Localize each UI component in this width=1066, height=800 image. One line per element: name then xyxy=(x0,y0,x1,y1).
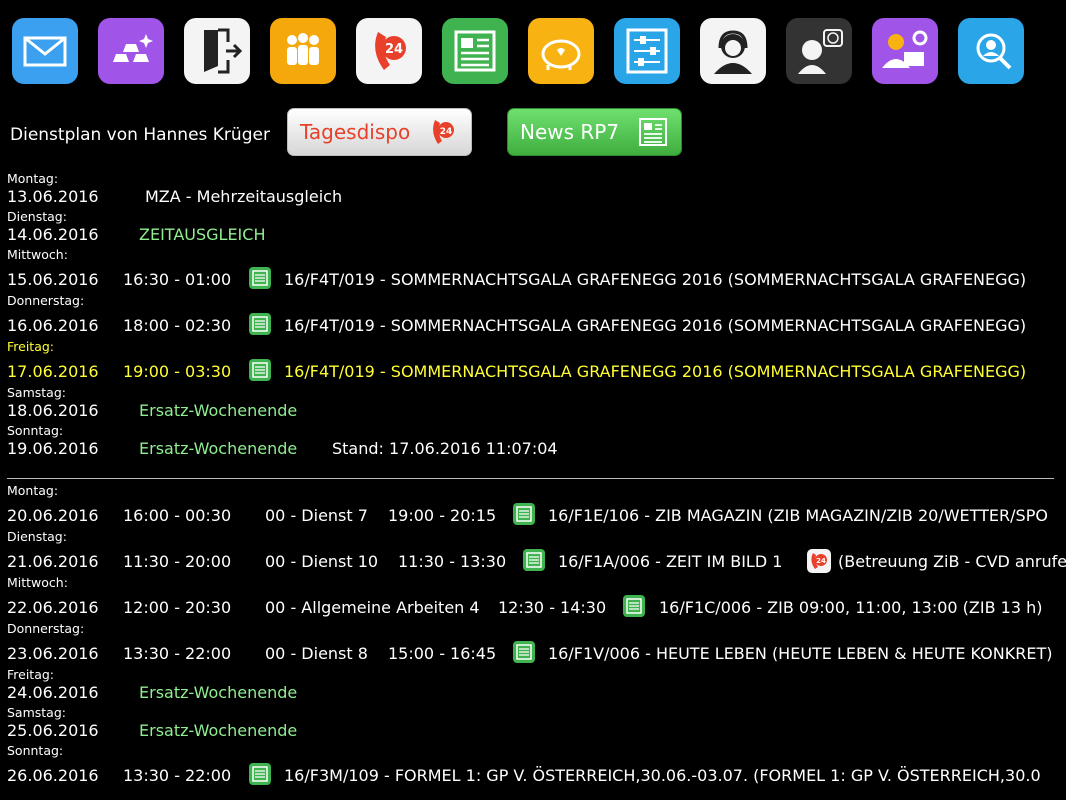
date: 24.06.2016 xyxy=(7,683,99,702)
weekday-label: Dienstag: xyxy=(7,209,67,224)
weekday-label: Donnerstag: xyxy=(7,621,85,636)
entry-text: 16/F1E/106 - ZIB MAGAZIN (ZIB MAGAZIN/ZI… xyxy=(548,506,1048,525)
date: 14.06.2016 xyxy=(7,225,99,244)
date: 13.06.2016 xyxy=(7,187,99,206)
date: 17.06.2016 xyxy=(7,362,99,381)
time: 13:30 - 22:00 xyxy=(123,766,232,785)
people-group-icon[interactable] xyxy=(270,18,336,84)
duty: 00 - Allgemeine Arbeiten 4 xyxy=(265,598,480,617)
news-rp7-label: News RP7 xyxy=(520,120,620,144)
newspaper-icon[interactable] xyxy=(248,266,272,290)
tagesdispo-label: Tagesdispo xyxy=(300,120,411,144)
piggy-bank-icon[interactable] xyxy=(528,18,594,84)
time: 19:00 - 03:30 xyxy=(123,362,232,381)
duty: 00 - Dienst 10 xyxy=(265,552,379,571)
weekday-label: Sonntag: xyxy=(7,423,64,438)
weekday-label: Mittwoch: xyxy=(7,247,68,262)
time: 13:30 - 22:00 xyxy=(123,644,232,663)
entry-text: 16/F4T/019 - SOMMERNACHTSGALA GRAFENEGG … xyxy=(284,270,1027,289)
news-rp7-button[interactable]: News RP7 xyxy=(507,108,682,156)
entry-text: 16/F1V/006 - HEUTE LEBEN (HEUTE LEBEN & … xyxy=(548,644,1053,663)
entry-text: 16/F3M/109 - FORMEL 1: GP V. ÖSTERREICH,… xyxy=(284,766,1041,785)
newspaper-icon[interactable] xyxy=(622,594,646,618)
slot: 15:00 - 16:45 xyxy=(388,644,497,663)
date: 22.06.2016 xyxy=(7,598,99,617)
weekday-label: Mittwoch: xyxy=(7,575,68,590)
entry-text: 16/F4T/019 - SOMMERNACHTSGALA GRAFENEGG … xyxy=(284,316,1027,335)
weekday-label: Dienstag: xyxy=(7,529,67,544)
weekday-label: Montag: xyxy=(7,483,59,498)
date: 23.06.2016 xyxy=(7,644,99,663)
page-title: Dienstplan von Hannes Krüger xyxy=(10,125,270,145)
weekday-label: Donnerstag: xyxy=(7,293,85,308)
date: 15.06.2016 xyxy=(7,270,99,289)
date: 18.06.2016 xyxy=(7,401,99,420)
gold-bars-icon[interactable] xyxy=(98,18,164,84)
slot: 12:30 - 14:30 xyxy=(498,598,607,617)
entry-text: Ersatz-Wochenende xyxy=(139,721,298,740)
worker-laptop-icon[interactable] xyxy=(872,18,938,84)
entry-text: 16/F1A/006 - ZEIT IM BILD 1 xyxy=(558,552,783,571)
mail-icon[interactable] xyxy=(12,18,78,84)
newspaper-icon[interactable] xyxy=(248,762,272,786)
user-world-icon[interactable] xyxy=(786,18,852,84)
week-divider xyxy=(7,478,1054,479)
date: 20.06.2016 xyxy=(7,506,99,525)
date: 21.06.2016 xyxy=(7,552,99,571)
newspaper-icon xyxy=(639,118,667,146)
stand-timestamp: Stand: 17.06.2016 11:07:04 xyxy=(332,439,558,458)
newspaper-icon[interactable] xyxy=(512,640,536,664)
svg-text:24: 24 xyxy=(440,127,453,137)
support-headset-icon[interactable] xyxy=(700,18,766,84)
door-exit-icon[interactable] xyxy=(184,18,250,84)
entry-text: Ersatz-Wochenende xyxy=(139,439,298,458)
time: 18:00 - 02:30 xyxy=(123,316,232,335)
entry-text: 16/F1C/006 - ZIB 09:00, 11:00, 13:00 (ZI… xyxy=(659,598,1043,617)
newspaper-icon[interactable] xyxy=(248,358,272,382)
newspaper-icon[interactable] xyxy=(512,502,536,526)
entry-extra: (Betreuung ZiB - CVD anrufen xyxy=(838,552,1066,571)
phone-24-icon[interactable]: 24 xyxy=(806,548,832,574)
time: 16:00 - 00:30 xyxy=(123,506,232,525)
newspaper-icon[interactable] xyxy=(248,312,272,336)
tagesdispo-button[interactable]: Tagesdispo 24 xyxy=(287,108,472,156)
weekday-label: Montag: xyxy=(7,171,59,186)
weekday-label: Samstag: xyxy=(7,705,66,720)
entry-text: Ersatz-Wochenende xyxy=(139,401,298,420)
date: 19.06.2016 xyxy=(7,439,99,458)
weekday-label: Freitag: xyxy=(7,667,55,682)
date: 25.06.2016 xyxy=(7,721,99,740)
entry-text: MZA - Mehrzeitausgleich xyxy=(145,187,343,206)
phone-24-icon[interactable]: 24 xyxy=(356,18,422,84)
newspaper-icon[interactable] xyxy=(442,18,508,84)
entry-text: 16/F4T/019 - SOMMERNACHTSGALA GRAFENEGG … xyxy=(284,362,1027,381)
duty: 00 - Dienst 8 xyxy=(265,644,368,663)
weekday-label: Samstag: xyxy=(7,385,66,400)
svg-text:24: 24 xyxy=(385,42,403,57)
weekday-label: Sonntag: xyxy=(7,743,64,758)
time: 11:30 - 20:00 xyxy=(123,552,232,571)
time: 12:00 - 20:30 xyxy=(123,598,232,617)
weekday-label: Freitag: xyxy=(7,339,55,354)
entry-text: ZEITAUSGLEICH xyxy=(139,225,266,244)
date: 16.06.2016 xyxy=(7,316,99,335)
date: 26.06.2016 xyxy=(7,766,99,785)
phone-24-icon: 24 xyxy=(433,120,454,144)
entry-text: Ersatz-Wochenende xyxy=(139,683,298,702)
settings-sliders-icon[interactable] xyxy=(614,18,680,84)
user-search-icon[interactable] xyxy=(958,18,1024,84)
svg-text:24: 24 xyxy=(816,557,826,565)
time: 16:30 - 01:00 xyxy=(123,270,232,289)
slot: 11:30 - 13:30 xyxy=(398,552,507,571)
newspaper-icon[interactable] xyxy=(522,548,546,572)
slot: 19:00 - 20:15 xyxy=(388,506,497,525)
duty: 00 - Dienst 7 xyxy=(265,506,368,525)
